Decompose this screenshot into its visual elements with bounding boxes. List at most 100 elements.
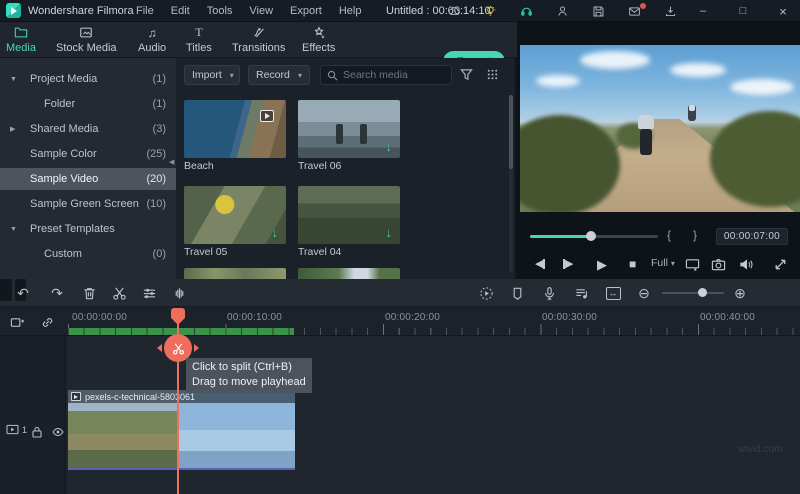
search-input[interactable] xyxy=(343,69,445,81)
media-item-name: Travel 05 xyxy=(184,246,228,258)
sidebar-item-project-media[interactable]: ▼ Project Media (1) xyxy=(0,68,176,90)
sidebar-item-folder[interactable]: Folder (1) xyxy=(0,93,176,115)
tab-media[interactable]: Media xyxy=(6,25,36,54)
zoom-in-button[interactable]: ⊕ xyxy=(731,284,749,302)
tab-audio[interactable]: ♫ Audio xyxy=(138,25,166,55)
support-headset-icon[interactable] xyxy=(518,3,534,19)
media-item-travel04-thumbnail[interactable]: ↓ xyxy=(298,186,400,244)
audio-note-icon: ♫ xyxy=(147,25,157,40)
link-clips-icon[interactable] xyxy=(38,313,56,331)
tooltip-line2: Drag to move playhead xyxy=(192,376,306,388)
audio-mixer-icon[interactable] xyxy=(572,284,590,302)
download-icon[interactable]: ↓ xyxy=(272,225,279,240)
stop-button[interactable]: ■ xyxy=(629,257,636,271)
media-item-thumbnail-partial[interactable] xyxy=(184,268,286,279)
download-icon[interactable]: ↓ xyxy=(386,225,393,240)
import-label: Import xyxy=(192,69,222,81)
sidebar-item-sample-video[interactable]: Sample Video (20) xyxy=(0,168,176,190)
media-library-sidebar: ▼ Project Media (1) Folder (1) ▶ Shared … xyxy=(0,58,176,326)
tab-transitions[interactable]: Transitions xyxy=(232,25,285,54)
media-scrollbar[interactable] xyxy=(509,95,513,273)
fit-timeline-icon[interactable]: ↔ xyxy=(604,284,622,302)
close-button[interactable]: × xyxy=(774,2,792,20)
playback-progress-handle[interactable] xyxy=(586,231,596,241)
scrollbar-thumb[interactable] xyxy=(509,95,513,169)
maximize-button[interactable]: □ xyxy=(734,2,752,20)
menu-export[interactable]: Export xyxy=(290,5,322,17)
sidebar-item-label: Preset Templates xyxy=(30,223,115,235)
fullscreen-icon[interactable] xyxy=(773,257,788,272)
split-scissors-icon[interactable] xyxy=(110,284,128,302)
timeline-zoom-slider[interactable] xyxy=(662,292,724,294)
menu-tools[interactable]: Tools xyxy=(207,5,233,17)
download-tray-icon[interactable] xyxy=(662,3,678,19)
media-item-travel06-thumbnail[interactable]: ↓ xyxy=(298,100,400,158)
tree-closed-icon[interactable]: ▶ xyxy=(10,125,15,133)
next-frame-button[interactable]: ▶ xyxy=(563,257,573,270)
snapshot-camera-icon[interactable] xyxy=(711,257,726,272)
zoom-out-button[interactable]: ⊖ xyxy=(635,284,653,302)
filter-icon[interactable] xyxy=(460,68,473,86)
voiceover-mic-icon[interactable] xyxy=(540,284,558,302)
timeline-zoom-handle[interactable] xyxy=(698,288,707,297)
sidebar-item-preset-templates[interactable]: ▼ Preset Templates xyxy=(0,218,176,240)
undo-button[interactable]: ↶ xyxy=(14,284,32,302)
next-triangle: ▶ xyxy=(565,258,574,270)
zoom-level-dropdown[interactable]: Full ▾ xyxy=(651,257,675,269)
cloud-sync-icon[interactable] xyxy=(446,3,462,19)
menu-help[interactable]: Help xyxy=(339,5,362,17)
import-button[interactable]: Import ▾ xyxy=(184,65,240,85)
download-icon[interactable]: ↓ xyxy=(386,139,393,154)
volume-icon[interactable] xyxy=(739,257,754,272)
marker-icon[interactable] xyxy=(508,284,526,302)
menu-view[interactable]: View xyxy=(249,5,273,17)
collapse-sidebar-icon[interactable]: ◀ xyxy=(169,158,174,166)
account-icon[interactable] xyxy=(554,3,570,19)
render-preview-icon[interactable] xyxy=(477,284,495,302)
tab-titles[interactable]: T Titles xyxy=(186,25,212,54)
menu-edit[interactable]: Edit xyxy=(171,5,190,17)
tree-open-icon[interactable]: ▼ xyxy=(10,226,17,233)
record-button[interactable]: Record ▾ xyxy=(248,65,310,85)
view-grid-icon[interactable] xyxy=(486,68,499,86)
media-item-name: Travel 04 xyxy=(298,246,342,258)
media-item-thumbnail-partial[interactable] xyxy=(298,268,400,279)
project-title: Untitled : 00:00:14:10 xyxy=(386,5,491,17)
media-folder-icon xyxy=(14,25,28,40)
item-count: (20) xyxy=(146,173,166,185)
delete-trash-icon[interactable] xyxy=(80,284,98,302)
media-item-beach-thumbnail[interactable] xyxy=(184,100,286,158)
sidebar-item-shared-media[interactable]: ▶ Shared Media (3) xyxy=(0,118,176,140)
save-icon[interactable] xyxy=(590,3,606,19)
sidebar-item-custom[interactable]: Custom (0) xyxy=(0,243,176,265)
chevron-down-icon: ▾ xyxy=(670,258,675,268)
zoom-level-label: Full xyxy=(651,257,668,269)
media-item-travel05-thumbnail[interactable]: ↓ xyxy=(184,186,286,244)
display-device-icon[interactable] xyxy=(685,257,700,272)
hide-track-eye-icon[interactable] xyxy=(52,425,64,443)
track-header-column xyxy=(0,336,66,494)
mark-out-button[interactable]: } xyxy=(693,228,697,242)
minimize-button[interactable]: – xyxy=(694,2,712,20)
redo-button[interactable]: ↷ xyxy=(48,284,66,302)
lock-track-icon[interactable] xyxy=(31,425,43,443)
menu-file[interactable]: File xyxy=(136,5,154,17)
detach-audio-icon[interactable] xyxy=(170,284,188,302)
preview-video-frame[interactable] xyxy=(520,45,800,212)
tab-stock-media[interactable]: Stock Media xyxy=(56,25,117,54)
properties-sliders-icon[interactable] xyxy=(140,284,158,302)
previous-frame-button[interactable]: ◀ xyxy=(535,257,546,270)
manage-tracks-icon[interactable] xyxy=(8,313,26,331)
tab-effects[interactable]: Effects xyxy=(302,25,335,54)
mark-in-button[interactable]: { xyxy=(667,228,671,242)
timeline-clip[interactable]: pexels-c-technical-5803061 xyxy=(68,390,295,470)
video-track-header[interactable]: 1 xyxy=(6,424,27,435)
tips-bulb-icon[interactable] xyxy=(482,3,498,19)
sidebar-item-sample-green-screen[interactable]: Sample Green Screen (10) xyxy=(0,193,176,215)
search-box[interactable] xyxy=(320,65,452,85)
tree-open-icon[interactable]: ▼ xyxy=(10,76,17,83)
sidebar-item-sample-color[interactable]: Sample Color (25) xyxy=(0,143,176,165)
timeline-ruler[interactable]: 00:00:00:00 00:00:10:00 00:00:20:00 00:0… xyxy=(0,307,800,336)
menu-bar: File Edit Tools View Export Help xyxy=(136,5,361,17)
play-button[interactable]: ▶ xyxy=(597,257,607,273)
